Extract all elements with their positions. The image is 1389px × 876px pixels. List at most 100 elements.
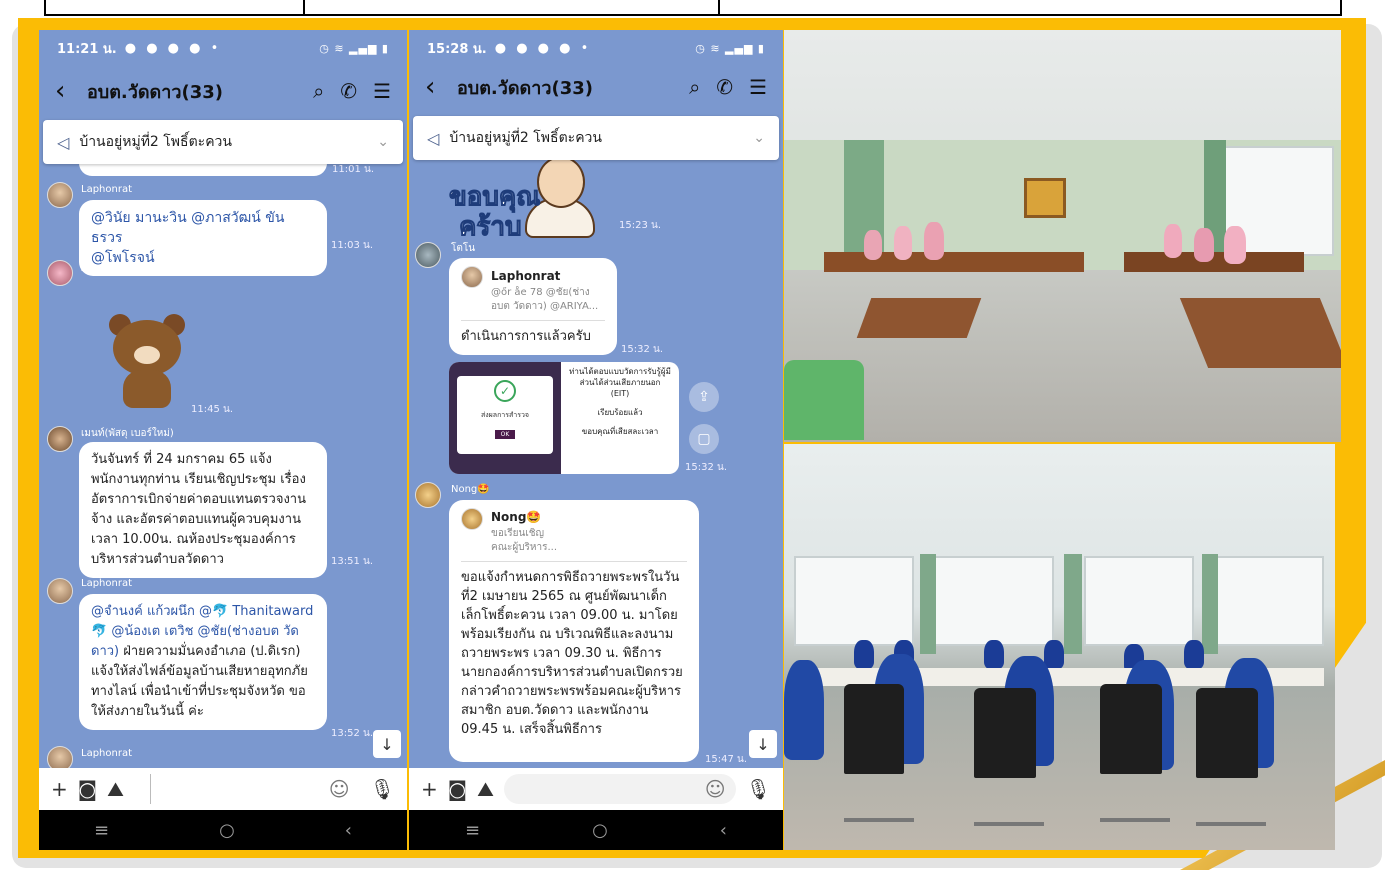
quote-text: @őr åe 78 @ชัย(ช่างอบต วัดดาว) @ARIYA... — [491, 287, 599, 312]
announcement-banner[interactable]: ◁ บ้านอยู่หมู่ที่2 โพธิ์ตะควน ⌄ — [413, 116, 779, 160]
sender-name: โตโน — [451, 243, 476, 254]
share-icon[interactable]: ⇪ — [689, 382, 719, 412]
avatar — [461, 508, 483, 530]
sender-name: เมนท์(พัสดุ เบอร์ใหม่) — [81, 428, 174, 439]
recents-icon[interactable]: ≡ — [465, 820, 480, 841]
message-time: 15:23 น. — [619, 220, 662, 231]
survey-card[interactable]: ✓ ส่งผลการสำรวจ OK ท่านได้ตอบแบบวัดการรั… — [449, 362, 679, 474]
chat-bubble: วันจันทร์ ที่ 24 มกราคม 65 แจ้งพนักงานทุ… — [79, 442, 327, 578]
card-right-text: เรียบร้อยแล้ว — [597, 408, 643, 417]
phone-screenshot-2: 15:28 น. ● ● ● ● • ◷ ≋ ▂▄▆ ▮ ‹ อบต.วัดดา… — [409, 30, 783, 850]
chevron-down-icon[interactable]: ⌄ — [377, 134, 389, 150]
megaphone-icon: ◁ — [427, 128, 440, 148]
announcement-text: บ้านอยู่หมู่ที่2 โพธิ์ตะควน — [449, 130, 602, 146]
card-left-title: ส่งผลการสำรวจ — [480, 411, 529, 419]
message-text: ฝ่ายความมั่นคงอำเภอ (ป.ดิเรก) แจ้งให้ส่ง… — [91, 644, 308, 719]
chat-bubble: Nong🤩 ขอเรียนเชิญ คณะผู้บริหาร... ขอแจ้ง… — [449, 500, 699, 762]
card-right-text: ขอบคุณที่เสียสละเวลา — [581, 427, 659, 436]
status-time: 11:21 น. — [57, 41, 117, 57]
chat-bubble: @จำนงค์ แก้วผนึก @🐬 Thanitaward 🐬 @น้องเ… — [79, 594, 327, 730]
back-icon[interactable]: ‹ — [720, 820, 727, 841]
avatar — [461, 266, 483, 288]
scroll-down-icon[interactable]: ↓ — [749, 730, 777, 758]
back-icon[interactable]: ‹ — [345, 820, 352, 841]
input-bar: + ◙ ⛰ ☺ 🎙 — [39, 768, 407, 810]
menu-icon[interactable]: ☰ — [749, 75, 767, 99]
announcement-banner[interactable]: ◁ บ้านอยู่หมู่ที่2 โพธิ์ตะควน ⌄ — [43, 120, 403, 164]
bear-sticker — [107, 308, 187, 408]
message-time: 11:01 น. — [332, 164, 375, 175]
plus-icon[interactable]: + — [421, 777, 438, 801]
search-icon[interactable]: ⌕ — [313, 79, 324, 103]
avatar — [47, 426, 73, 452]
message-input[interactable]: ☺ — [503, 774, 736, 804]
emoji-icon[interactable]: ☺ — [329, 777, 350, 801]
emoji-icon[interactable]: ☺ — [705, 777, 726, 801]
phone-screenshot-1: 11:21 น. ● ● ● ● • ◷ ≋ ▂▄▆ ▮ ‹ อบต.วัดดา… — [39, 30, 407, 850]
card-right-text: ท่านได้ตอบแบบวัดการรับรู้ผู้มีส่วนได้ส่ว… — [569, 367, 671, 387]
quote-name: Nong🤩 — [491, 510, 542, 524]
phone-icon[interactable]: ✆ — [716, 75, 733, 99]
phone-icon[interactable]: ✆ — [340, 79, 357, 103]
mention-line[interactable]: @วินัย มานะวิน @ภาสวัฒน์ ขันธรวร — [91, 208, 315, 248]
card-ok-button[interactable]: OK — [494, 430, 516, 439]
megaphone-icon: ◁ — [57, 132, 70, 152]
message-time: 15:32 น. — [685, 462, 728, 473]
sender-name: Laphonrat — [81, 184, 133, 195]
slide: 11:21 น. ● ● ● ● • ◷ ≋ ▂▄▆ ▮ ‹ อบต.วัดดา… — [0, 0, 1389, 876]
menu-icon[interactable]: ☰ — [373, 79, 391, 103]
microphone-icon[interactable]: 🎙 — [370, 777, 395, 801]
avatar — [47, 578, 73, 604]
meeting-photo-2 — [784, 444, 1335, 850]
scroll-down-icon[interactable]: ↓ — [373, 730, 401, 758]
message-input[interactable]: ☺ — [149, 774, 360, 804]
avatar — [415, 482, 441, 508]
table-strip — [44, 0, 1342, 16]
chat-bubble: Laphonrat @őr åe 78 @ชัย(ช่างอบต วัดดาว)… — [449, 258, 617, 355]
android-nav-bar: ≡ ○ ‹ — [39, 810, 407, 850]
message-time: 11:45 น. — [191, 404, 234, 415]
image-icon[interactable]: ⛰ — [477, 777, 494, 801]
back-chevron-icon[interactable]: ‹ — [55, 76, 81, 106]
status-bar: 15:28 น. ● ● ● ● • ◷ ≋ ▂▄▆ ▮ — [409, 30, 783, 66]
recents-icon[interactable]: ≡ — [94, 820, 109, 841]
sender-name: Laphonrat — [81, 748, 133, 759]
back-chevron-icon[interactable]: ‹ — [425, 72, 451, 102]
copy-icon[interactable]: ▢ — [689, 424, 719, 454]
status-time: 15:28 น. — [427, 41, 487, 57]
chat-title: อบต.วัดดาว(33) — [87, 81, 223, 103]
input-bar: + ◙ ⛰ ☺ 🎙 — [409, 768, 783, 810]
status-bar: 11:21 น. ● ● ● ● • ◷ ≋ ▂▄▆ ▮ — [39, 30, 407, 66]
message-time: 11:03 น. — [331, 240, 374, 251]
avatar — [47, 260, 73, 286]
microphone-icon[interactable]: 🎙 — [746, 777, 771, 801]
meeting-photo-1 — [784, 30, 1341, 442]
message-text: ขอแจ้งกำหนดการพิธีถวายพระพรในวันที่2 เมษ… — [461, 570, 683, 737]
avatar — [415, 242, 441, 268]
signal-icons: ◷ ≋ ▂▄▆ ▮ — [695, 41, 765, 55]
search-icon[interactable]: ⌕ — [689, 75, 700, 99]
message-time: 13:52 น. — [331, 728, 374, 739]
card-right-text: (EIT) — [610, 389, 630, 398]
camera-icon[interactable]: ◙ — [448, 777, 467, 801]
status-icons: ● ● ● ● • — [494, 40, 592, 56]
image-icon[interactable]: ⛰ — [107, 777, 124, 801]
android-nav-bar: ≡ ○ ‹ — [409, 810, 783, 850]
sender-name: ภาสวัฒน์ ขันธรวร — [81, 263, 161, 274]
signal-icons: ◷ ≋ ▂▄▆ ▮ — [319, 41, 389, 55]
sender-name: Nong🤩 — [451, 484, 490, 495]
camera-icon[interactable]: ◙ — [78, 777, 97, 801]
plus-icon[interactable]: + — [51, 777, 68, 801]
chat-header: ‹ อบต.วัดดาว(33) ⌕ ✆ ☰ — [39, 70, 407, 112]
chat-title: อบต.วัดดาว(33) — [457, 77, 593, 99]
chevron-down-icon[interactable]: ⌄ — [753, 130, 765, 146]
announcement-text: บ้านอยู่หมู่ที่2 โพธิ์ตะควน — [79, 134, 232, 150]
home-icon[interactable]: ○ — [592, 820, 608, 841]
home-icon[interactable]: ○ — [219, 820, 235, 841]
quote-text: คณะผู้บริหาร... — [491, 542, 558, 553]
chat-header: ‹ อบต.วัดดาว(33) ⌕ ✆ ☰ — [409, 66, 783, 108]
message-time: 15:32 น. — [621, 344, 664, 355]
quote-text: ขอเรียนเชิญ — [491, 528, 545, 539]
message-time: 15:47 น. — [705, 754, 748, 765]
sender-name: Laphonrat — [81, 578, 133, 589]
